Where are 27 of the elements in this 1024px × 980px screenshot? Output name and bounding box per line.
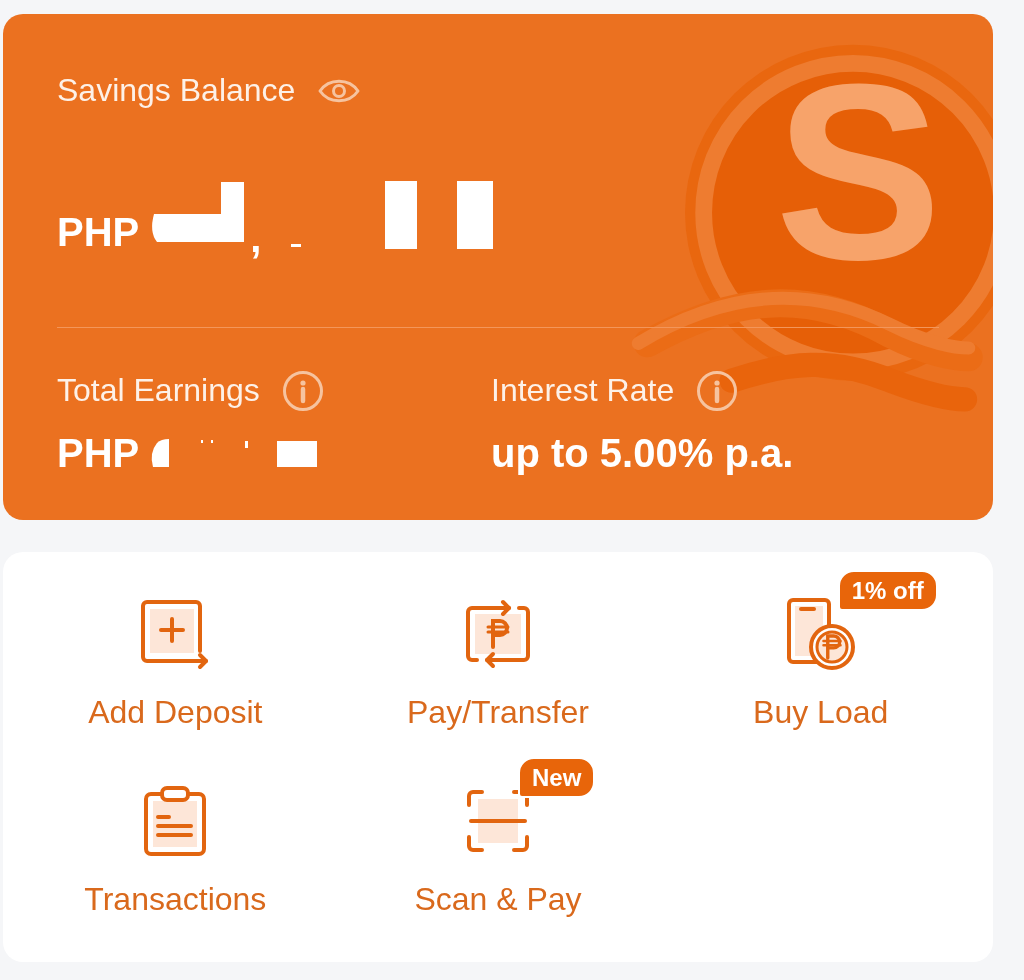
currency-label: PHP bbox=[57, 430, 140, 477]
logo-letter: S bbox=[775, 48, 942, 298]
action-label: Scan & Pay bbox=[414, 881, 582, 918]
scan-frame-icon bbox=[466, 789, 530, 853]
promo-badge: 1% off bbox=[837, 570, 938, 611]
plus-square-arrow-icon bbox=[140, 598, 211, 670]
info-icon[interactable] bbox=[697, 370, 738, 411]
currency-label: PHP bbox=[57, 209, 140, 256]
stat-label: Total Earnings bbox=[57, 372, 260, 409]
action-button[interactable]: Pay/Transfer bbox=[336, 569, 660, 731]
action-button[interactable]: 1% off Buy Load bbox=[659, 569, 982, 731]
action-label: Add Deposit bbox=[88, 694, 263, 731]
promo-badge: New bbox=[518, 757, 596, 798]
clipboard-list-icon bbox=[143, 785, 208, 857]
amount-separator: , bbox=[250, 215, 262, 262]
action-button[interactable]: New Scan & Pay bbox=[336, 756, 660, 918]
action-label: Transactions bbox=[84, 881, 267, 918]
phone-peso-coin-icon bbox=[785, 597, 856, 671]
interest-rate-value: up to 5.00% p.a. bbox=[491, 430, 794, 477]
peso-transfer-arrows-icon bbox=[463, 598, 533, 670]
action-button[interactable]: Add Deposit bbox=[14, 569, 337, 731]
info-icon[interactable] bbox=[282, 370, 323, 411]
action-button[interactable]: Transactions bbox=[14, 756, 337, 918]
stat-label: Interest Rate bbox=[491, 372, 675, 409]
action-label: Pay/Transfer bbox=[407, 694, 589, 731]
action-label: Buy Load bbox=[753, 694, 889, 731]
balance-title: Savings Balance bbox=[57, 72, 296, 109]
